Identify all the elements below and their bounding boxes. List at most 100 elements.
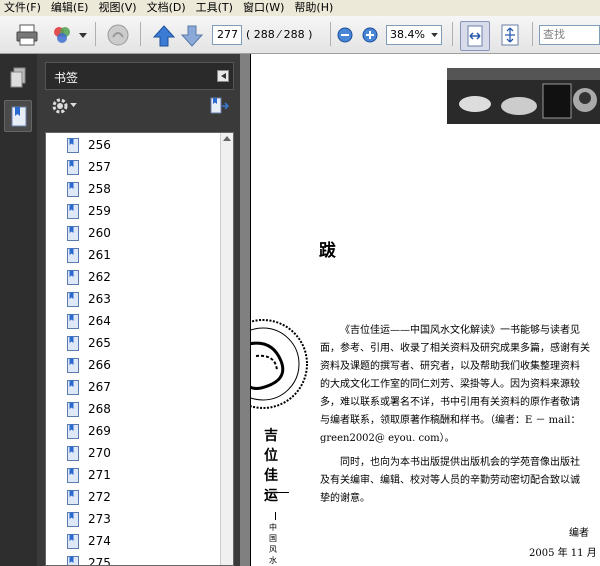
panel-header: 书签 [45, 62, 234, 90]
bookmarks-button[interactable] [4, 100, 32, 132]
bookmark-icon [67, 534, 79, 549]
bookmark-icon [67, 402, 79, 417]
zoom-out-icon[interactable] [337, 27, 353, 43]
search-input[interactable]: 查找 [539, 25, 600, 45]
menu-view[interactable]: 视图(V) [98, 1, 136, 15]
bookmark-icon [67, 160, 79, 175]
page-count: ( 288 ⁄ 288 ) [246, 28, 313, 41]
bookmark-icon [67, 248, 79, 263]
bookmark-item[interactable]: 257 [46, 157, 222, 179]
fit-width-button[interactable] [460, 21, 490, 51]
menu-tools[interactable]: 工具(T) [196, 1, 233, 15]
zoom-in-icon[interactable] [362, 27, 378, 43]
bookmark-label: 270 [88, 446, 111, 460]
paragraph-line: 同时，也向为本书出版提供出版机会的学苑音像出版社 [340, 457, 580, 468]
zoom-select[interactable]: 38.4% [386, 25, 442, 45]
menu-edit[interactable]: 编辑(E) [51, 1, 89, 15]
paragraph-line: 挚的谢意。 [320, 493, 370, 504]
collaborate-icon[interactable] [50, 23, 74, 47]
chevron-down-icon[interactable] [70, 103, 77, 108]
bookmark-item[interactable]: 269 [46, 421, 222, 443]
fit-page-icon[interactable] [498, 23, 522, 47]
bookmark-label: 271 [88, 468, 111, 482]
chevron-down-icon [431, 33, 438, 38]
chevron-left-icon [221, 73, 226, 79]
bookmarks-panel: 书签 256 257 258 259 260 261 262 263 264 265 266 267 2… [37, 54, 240, 566]
bookmark-item[interactable]: 259 [46, 201, 222, 223]
bookmark-label: 258 [88, 182, 111, 196]
bookmark-item[interactable]: 263 [46, 289, 222, 311]
menu-help[interactable]: 帮助(H) [294, 1, 333, 15]
bookmark-item[interactable]: 271 [46, 465, 222, 487]
bookmark-label: 263 [88, 292, 111, 306]
paragraph-line: 及有关编审、编辑、校对等人员的辛勤劳动密切配合致以诚 [320, 475, 580, 486]
bookmark-item[interactable]: 267 [46, 377, 222, 399]
menu-document[interactable]: 文档(D) [147, 1, 186, 15]
bookmark-label: 274 [88, 534, 111, 548]
fit-width-icon [467, 25, 483, 47]
sign-icon[interactable] [106, 23, 130, 47]
paragraph-line: 的大成文化工作室的同仁刘芳、梁掛等人。因为资料来源较 [320, 379, 580, 390]
next-page-icon[interactable] [180, 24, 204, 48]
bookmark-item[interactable]: 264 [46, 311, 222, 333]
paragraph-line: 资料及课题的撰写者、研究者，以及帮助我们收集整理资料 [320, 361, 580, 372]
document-page: 跋 《吉位佳运——中国风水文化解读》一书能够与读者见 面，参考、引用、收录了相关资… [250, 54, 600, 566]
bookmark-label: 273 [88, 512, 111, 526]
bookmark-icon [67, 380, 79, 395]
scroll-up-icon[interactable] [223, 136, 231, 141]
gear-icon[interactable] [51, 97, 69, 115]
chevron-down-icon[interactable] [79, 33, 87, 39]
side-divider [275, 512, 276, 520]
print-icon[interactable] [15, 23, 39, 47]
bookmark-icon [67, 182, 79, 197]
bookmark-label: 259 [88, 204, 111, 218]
bookmark-item[interactable]: 270 [46, 443, 222, 465]
zoom-value: 38.4% [390, 28, 425, 41]
bookmark-item[interactable]: 260 [46, 223, 222, 245]
bookmark-item[interactable]: 262 [46, 267, 222, 289]
bookmark-item[interactable]: 265 [46, 333, 222, 355]
bookmark-label: 268 [88, 402, 111, 416]
bookmark-item[interactable]: 266 [46, 355, 222, 377]
bookmark-label: 266 [88, 358, 111, 372]
pages-button[interactable] [4, 62, 32, 94]
toolbar-separator [452, 22, 453, 46]
bookmark-icon [67, 314, 79, 329]
bookmark-icon [67, 512, 79, 527]
bookmark-icon [67, 292, 79, 307]
bookmark-icon [67, 424, 79, 439]
bookmark-item[interactable]: 274 [46, 531, 222, 553]
side-book-subtitle: 中国风水文化 [269, 523, 277, 565]
author-signature: 编者 [569, 528, 589, 539]
side-book-title: 吉位佳运 [264, 428, 278, 504]
toolbar-separator [330, 22, 331, 46]
page-number-input[interactable]: 277 [212, 25, 242, 45]
toolbar-separator [95, 22, 96, 46]
decorative-header-image [447, 68, 600, 124]
bookmarks-icon [11, 106, 27, 127]
paragraph-line: 与编者联系，领取原著作稿酬和样书。（编者：E － mail： [320, 415, 581, 426]
bookmark-item[interactable]: 256 [46, 135, 222, 157]
bookmark-item[interactable]: 275 [46, 553, 222, 566]
bookmark-icon [67, 490, 79, 505]
bookmark-label: 261 [88, 248, 111, 262]
bookmark-item[interactable]: 273 [46, 509, 222, 531]
menu-window[interactable]: 窗口(W) [243, 1, 284, 15]
bookmark-icon [67, 226, 79, 241]
bookmark-icon [67, 270, 79, 285]
bookmark-item[interactable]: 261 [46, 245, 222, 267]
bookmark-item[interactable]: 258 [46, 179, 222, 201]
side-divider [265, 492, 289, 493]
bookmark-item[interactable]: 268 [46, 399, 222, 421]
bookmark-list: 256 257 258 259 260 261 262 263 264 265 266 267 268 2… [45, 132, 234, 566]
bookmark-icon [67, 358, 79, 373]
bookmark-label: 275 [88, 556, 111, 566]
collapse-panel-button[interactable] [217, 70, 229, 82]
bookmark-item[interactable]: 272 [46, 487, 222, 509]
bookmark-icon [67, 336, 79, 351]
publication-date: 2005 年 11 月 [529, 548, 597, 559]
expand-bookmark-icon[interactable] [209, 97, 229, 115]
menu-file[interactable]: 文件(F) [4, 1, 41, 15]
previous-page-icon[interactable] [152, 24, 176, 48]
toolbar-separator [532, 22, 533, 46]
